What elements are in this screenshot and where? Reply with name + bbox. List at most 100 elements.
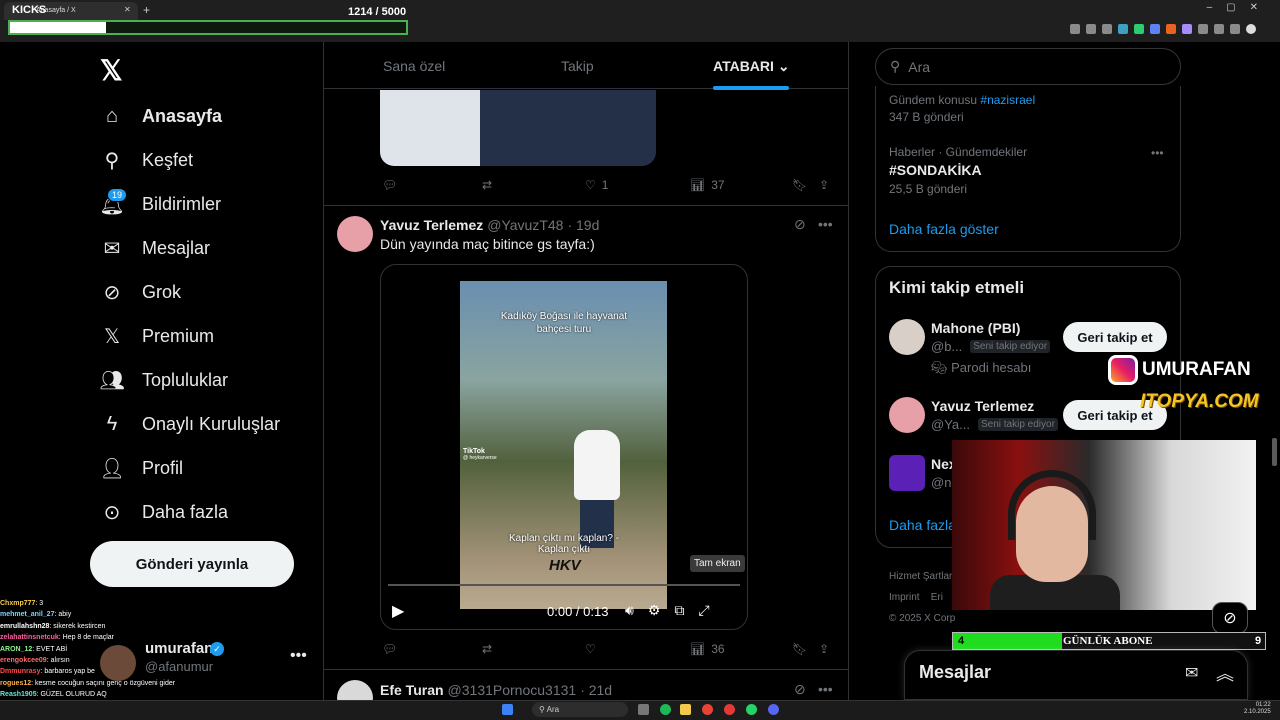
chat-username[interactable]: emrullahshn28 — [0, 623, 49, 630]
spotify-icon[interactable] — [660, 704, 671, 715]
tab-for-you[interactable]: Sana özel — [383, 58, 445, 74]
footer-link[interactable]: Eri — [931, 592, 943, 603]
chrome-icon[interactable] — [702, 704, 713, 715]
new-message-icon[interactable]: ✉ — [1185, 663, 1198, 683]
play-icon[interactable]: ▶ — [392, 601, 404, 621]
extension-icon[interactable] — [1214, 24, 1224, 34]
tab-close-icon[interactable]: ✕ — [124, 5, 131, 14]
tweet-author[interactable]: Efe Turan — [380, 682, 444, 698]
tweet-handle[interactable]: @3131Pornocu3131 — [448, 682, 577, 698]
avatar[interactable] — [889, 397, 925, 433]
share-icon[interactable]: ⇪ — [819, 178, 829, 192]
trend-more-icon[interactable]: ••• — [1151, 146, 1164, 160]
volume-icon[interactable]: 🔊︎ — [625, 602, 634, 619]
more-icon[interactable]: ••• — [818, 681, 833, 697]
extension-icon[interactable] — [1166, 24, 1176, 34]
sidebar-item-grok[interactable]: ⊘ Grok — [100, 272, 181, 312]
tweet-time[interactable]: · 21d — [580, 682, 612, 698]
chat-username[interactable]: Chxmp777 — [0, 600, 35, 607]
chat-username[interactable]: erengokcee09 — [0, 657, 47, 664]
footer-link[interactable]: Imprint — [889, 592, 920, 603]
trend-hashtag-link[interactable]: #nazisrael — [980, 93, 1035, 107]
tab-atabari[interactable]: ATABARI ⌄ — [713, 58, 790, 75]
extension-icon[interactable] — [1230, 24, 1240, 34]
sidebar-item-topluluklar[interactable]: 👥︎ Topluluklar — [99, 360, 228, 400]
start-icon[interactable] — [502, 704, 513, 715]
app-icon[interactable] — [724, 704, 735, 715]
profile-icon[interactable] — [1246, 24, 1256, 34]
bookmark-icon[interactable]: 🔖︎ — [792, 642, 807, 656]
extension-icon[interactable] — [1198, 24, 1208, 34]
expand-icon[interactable]: ︽ — [1216, 660, 1234, 686]
discord-icon[interactable] — [768, 704, 779, 715]
new-tab-button[interactable]: + — [143, 3, 150, 17]
more-icon[interactable]: ••• — [818, 216, 833, 232]
chat-username[interactable]: rogues12 — [0, 680, 31, 687]
avatar[interactable] — [889, 455, 925, 491]
suggestion-handle[interactable]: @Ya... — [931, 417, 970, 432]
extension-icon[interactable] — [1182, 24, 1192, 34]
retweet-icon[interactable]: ⇄ — [482, 642, 492, 656]
chat-username[interactable]: mehmet_anil_27 — [0, 611, 54, 618]
suggestion-handle[interactable]: @b... — [931, 339, 962, 354]
extension-icon[interactable] — [1086, 24, 1096, 34]
tab-following[interactable]: Takip — [561, 58, 594, 74]
tweet-author[interactable]: Yavuz Terlemez — [380, 217, 483, 233]
video-progress-bar[interactable] — [388, 584, 740, 586]
extension-icon[interactable] — [1118, 24, 1128, 34]
whatsapp-icon[interactable] — [746, 704, 757, 715]
sidebar-item-profil[interactable]: 👤︎ Profil — [99, 448, 183, 488]
tweet-handle[interactable]: @YavuzT48 — [487, 217, 563, 233]
chat-username[interactable]: ARON_12 — [0, 646, 32, 653]
taskbar-clock[interactable]: 01:22 2.10.2025 — [1244, 702, 1271, 716]
follow-back-button[interactable]: Geri takip et — [1063, 322, 1167, 352]
extension-icons[interactable] — [1070, 24, 1256, 34]
task-view-icon[interactable] — [638, 704, 649, 715]
grok-icon[interactable]: ⊘ — [794, 681, 806, 698]
grok-icon[interactable]: ⊘ — [794, 216, 806, 233]
views-button[interactable]: 📊︎ 37 — [690, 178, 725, 192]
fullscreen-icon[interactable]: ⤢ — [698, 602, 709, 619]
grok-floating-button[interactable]: ⊘ — [1212, 602, 1248, 634]
reply-icon[interactable]: 💬︎ — [382, 178, 397, 192]
show-more-link[interactable]: Daha fazla — [889, 517, 956, 533]
share-icon[interactable]: ⇪ — [819, 642, 829, 656]
reply-icon[interactable]: 💬︎ — [382, 642, 397, 656]
tweet-image[interactable] — [380, 90, 656, 166]
trend-title[interactable]: #SONDAKİKA — [889, 162, 982, 178]
extension-icon[interactable] — [1134, 24, 1144, 34]
window-controls[interactable]: –▢✕ — [1207, 2, 1272, 13]
extension-icon[interactable] — [1150, 24, 1160, 34]
extension-icon[interactable] — [1070, 24, 1080, 34]
tweet-time[interactable]: · 19d — [567, 217, 599, 233]
like-button[interactable]: ♡ 1 — [585, 178, 608, 192]
bookmark-icon[interactable]: 🔖︎ — [792, 178, 807, 192]
chat-username[interactable]: zelahattinsnetcuk — [0, 634, 59, 641]
settings-icon[interactable]: ⚙ — [648, 602, 661, 619]
sidebar-item-keşfet[interactable]: ⚲ Keşfet — [100, 140, 193, 180]
chat-username[interactable]: Dmmunrasy — [0, 668, 40, 675]
sidebar-item-onaylı-kuruluşlar[interactable]: ϟ Onaylı Kuruluşlar — [100, 404, 280, 444]
sidebar-item-anasayfa[interactable]: ⌂ Anasayfa — [100, 96, 222, 136]
sidebar-item-premium[interactable]: 𝕏 Premium — [100, 316, 214, 356]
chat-username[interactable]: Reash1905 — [0, 691, 37, 698]
footer-link[interactable]: Hizmet Şartlar — [889, 566, 955, 587]
heart-icon[interactable]: ♡ — [585, 642, 596, 656]
suggestion-name[interactable]: Yavuz Terlemez — [931, 398, 1034, 414]
retweet-icon[interactable]: ⇄ — [482, 178, 492, 192]
x-logo[interactable]: 𝕏 — [100, 54, 123, 87]
sidebar-item-daha-fazla[interactable]: ⊙ Daha fazla — [100, 492, 228, 532]
post-button[interactable]: Gönderi yayınla — [90, 541, 294, 587]
star-icon[interactable] — [1102, 24, 1112, 34]
folder-icon[interactable] — [680, 704, 691, 715]
avatar[interactable] — [337, 216, 373, 252]
suggestion-handle[interactable]: @n — [931, 475, 951, 490]
suggestion-name[interactable]: Mahone (PBI) — [931, 320, 1020, 336]
taskbar-search[interactable]: ⚲ Ara — [532, 702, 628, 717]
show-more-link[interactable]: Daha fazla göster — [889, 221, 999, 237]
views-button[interactable]: 📊︎ 36 — [690, 642, 725, 656]
page-scrollbar[interactable] — [1272, 438, 1277, 466]
avatar[interactable] — [889, 319, 925, 355]
search-input[interactable]: ⚲ Ara — [875, 48, 1181, 85]
pip-icon[interactable]: ⧉ — [674, 602, 684, 619]
